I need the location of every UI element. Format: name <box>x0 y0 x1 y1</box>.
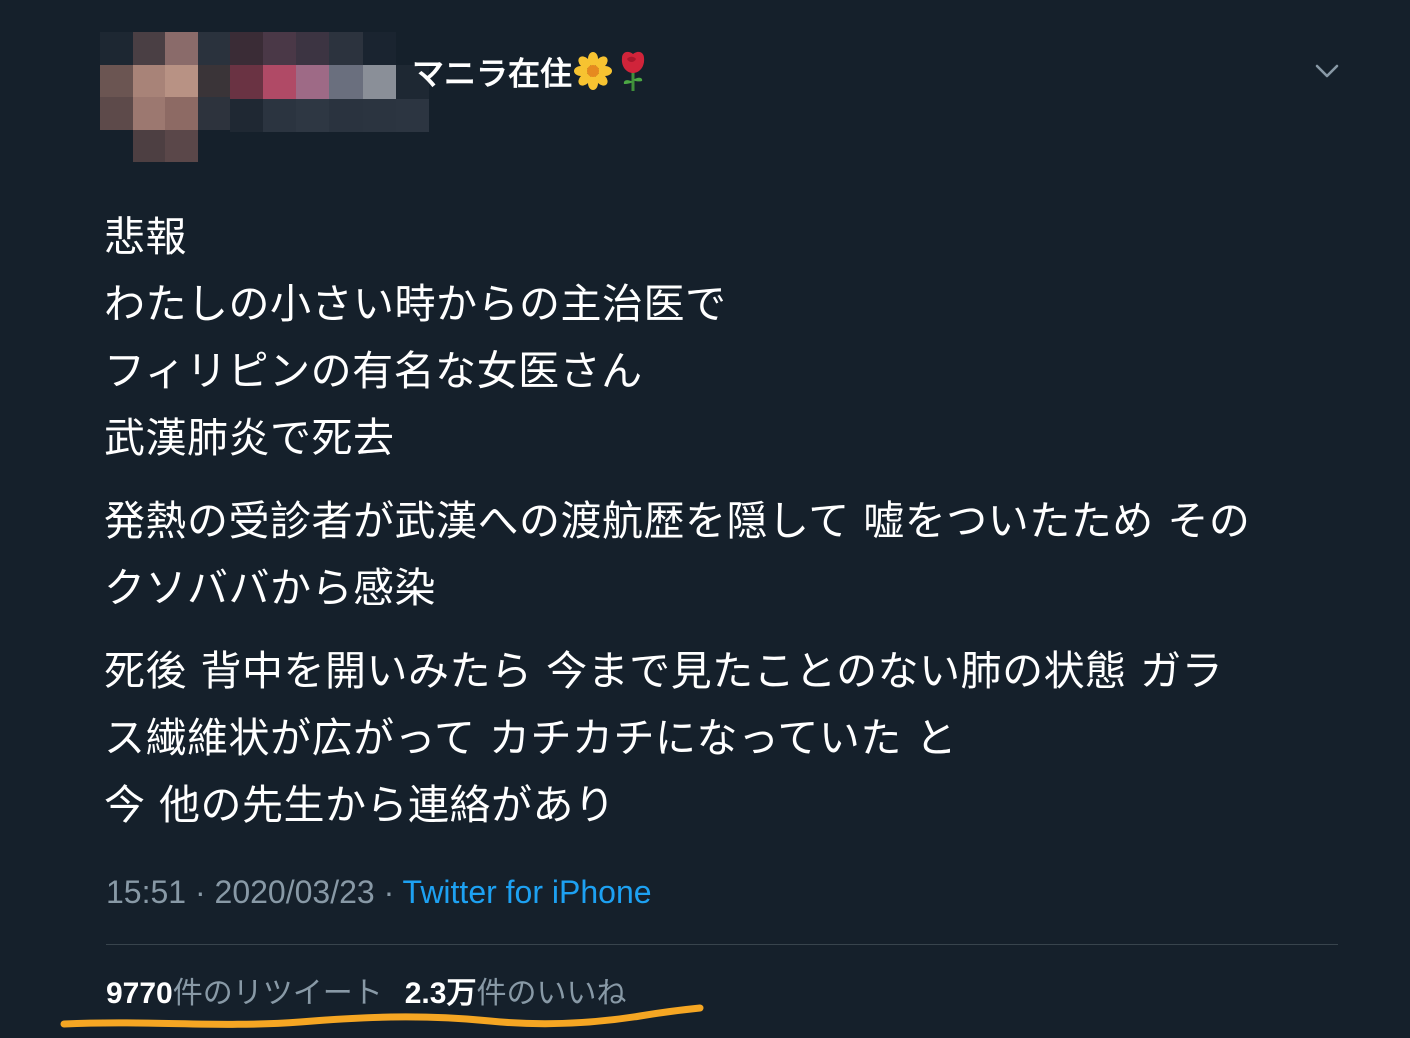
chevron-down-icon[interactable] <box>1310 56 1344 86</box>
tweet-time[interactable]: 15:51 <box>106 874 186 910</box>
tweet-line: 死後 背中を開いみたら 今まで見たことのない肺の状態 ガラ <box>104 647 1224 695</box>
highlight-underline <box>60 1004 704 1028</box>
rose-emoji <box>614 50 652 101</box>
tweet-line: 発熱の受診者が武漢への渡航歴を隠して 嘘をついたため その <box>104 497 1251 545</box>
tweet-line: 今 他の先生から連絡があり <box>104 781 616 829</box>
tweet-paragraph: 発熱の受診者が武漢への渡航歴を隠して 嘘をついたため その クソババから感染 <box>104 488 1364 622</box>
display-name-text: マニラ在住 <box>412 54 573 93</box>
tweet-meta: 15:51 · 2020/03/23 · Twitter for iPhone <box>106 870 652 914</box>
meta-separator: · <box>383 874 395 910</box>
tweet-line: 武漢肺炎で死去 <box>104 414 395 462</box>
tweet-date[interactable]: 2020/03/23 <box>215 874 375 910</box>
avatar[interactable] <box>100 32 230 162</box>
tweet-text: 悲報 わたしの小さい時からの主治医で フィリピンの有名な女医さん 武漢肺炎で死去… <box>104 204 1364 839</box>
divider <box>106 944 1338 945</box>
tweet-line: 悲報 <box>104 213 187 261</box>
tweet-line: わたしの小さい時からの主治医で <box>104 280 727 328</box>
tweet-line: クソババから感染 <box>104 564 436 612</box>
tweet-paragraph: 悲報 わたしの小さい時からの主治医で フィリピンの有名な女医さん 武漢肺炎で死去 <box>104 204 1364 472</box>
display-name[interactable]: マニラ在住 <box>412 50 652 101</box>
meta-separator: · <box>194 874 206 910</box>
tweet-line: フィリピンの有名な女医さん <box>104 347 643 395</box>
sunflower-emoji <box>574 52 613 99</box>
tweet-paragraph: 死後 背中を開いみたら 今まで見たことのない肺の状態 ガラ ス繊維状が広がって … <box>104 638 1364 839</box>
tweet-source-link[interactable]: Twitter for iPhone <box>403 874 652 910</box>
tweet-detail-view: マニラ在住 悲報 わたしの小さい時からの主治医で フィリピンの有名な女医さん 武… <box>0 0 1410 1038</box>
tweet-line: ス繊維状が広がって カチカチになっていた と <box>104 714 957 762</box>
